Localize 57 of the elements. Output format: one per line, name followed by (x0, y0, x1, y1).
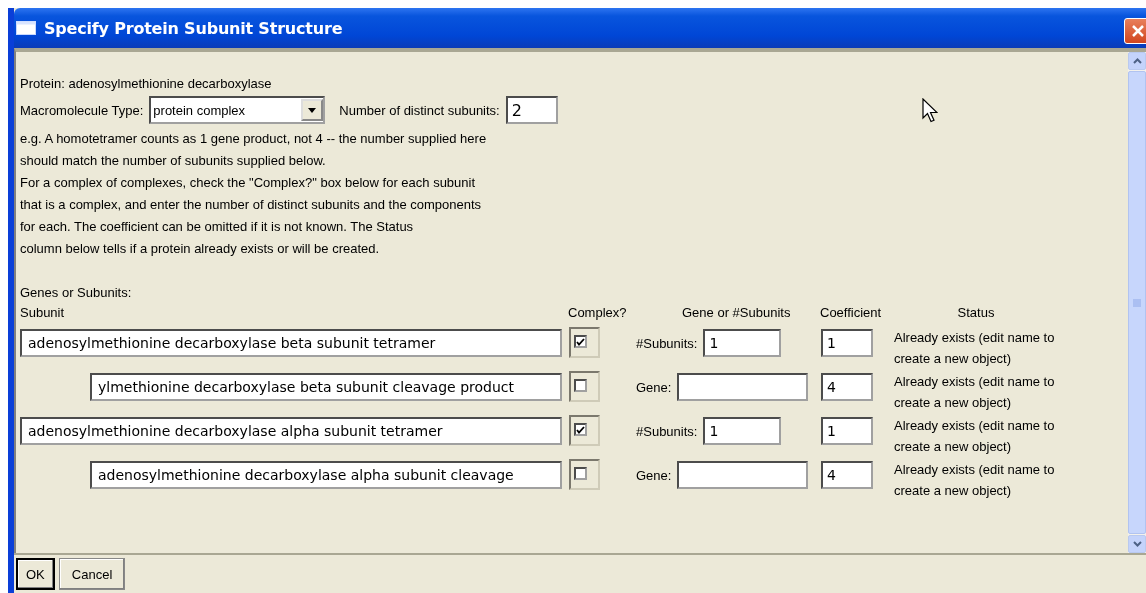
dialog-button[interactable]: OK (16, 558, 55, 590)
chevron-up-icon (1132, 58, 1142, 64)
coefficient-field[interactable]: 1 (821, 329, 873, 357)
component-label: Gene: (636, 467, 672, 483)
scroll-up-button[interactable] (1128, 52, 1146, 70)
instruction-text: For a complex of complexes, check the "Complex?" box below for each subunit (20, 174, 477, 192)
grip-icon (1133, 298, 1141, 307)
instruction-text: column below tells if a protein already exists or will be created. (20, 240, 381, 258)
status-text: Already exists (edit name to create a new object) (894, 417, 1056, 456)
protein-label: Protein: adenosylmethionine decarboxylase (20, 75, 273, 93)
component-label: Gene: (636, 379, 672, 395)
column-header: Status (956, 304, 996, 322)
check-icon (576, 337, 585, 346)
window-icon (16, 21, 36, 35)
caret-icon (308, 107, 317, 113)
column-header: Gene or #Subunits (681, 304, 792, 322)
subunit-count-field[interactable]: 1 (703, 417, 782, 445)
coefficient-field[interactable]: 4 (821, 461, 873, 489)
dialog-button[interactable]: Cancel (58, 558, 126, 590)
close-button[interactable] (1124, 18, 1146, 44)
section-label: Genes or Subunits: (20, 284, 133, 302)
component-label: #Subunits: (636, 335, 698, 351)
instruction-text: for each. The coefficient can be omitted if it is not known. The Status (20, 218, 415, 236)
column-header: Subunit (20, 304, 66, 322)
subunit-count-field[interactable]: 1 (703, 329, 782, 357)
scroll-down-button[interactable] (1128, 535, 1146, 553)
complex-checkbox[interactable] (574, 423, 587, 436)
dropdown-button[interactable] (301, 99, 324, 121)
column-header: Coefficient (820, 304, 883, 322)
coefficient-field[interactable]: 1 (821, 417, 873, 445)
complex-checkbox[interactable] (574, 467, 587, 480)
subunit-name-field[interactable]: adenosylmethionine decarboxylase beta subunit tetramer (20, 329, 562, 357)
subunit-name-field[interactable]: adenosylmethionine decarboxylase alpha subunit tetramer (20, 417, 562, 445)
instruction-text: e.g. A homotetramer counts as 1 gene product, not 4 -- the number supplied here (20, 130, 488, 148)
status-text: Already exists (edit name to create a new object) (894, 373, 1056, 412)
macromolecule-type-label: Macromolecule Type: (20, 102, 144, 118)
window-title: Specify Protein Subunit Structure (44, 18, 343, 38)
status-text: Already exists (edit name to create a new object) (894, 461, 1056, 500)
chevron-down-icon (1132, 541, 1142, 547)
scrollbar-thumb[interactable] (1128, 71, 1146, 534)
subunit-name-field[interactable]: adenosylmethionine decarboxylase alpha subunit cleavage (90, 461, 562, 489)
macromolecule-type-dropdown[interactable]: protein complex (149, 96, 326, 124)
distinct-subunits-field[interactable]: 2 (505, 96, 558, 124)
distinct-subunits-label: Number of distinct subunits: (339, 102, 500, 118)
instruction-text: that is a complex, and enter the number of distinct subunits and the components (20, 196, 483, 214)
complex-checkbox[interactable] (574, 379, 587, 392)
coefficient-field[interactable]: 4 (821, 373, 873, 401)
check-icon (576, 425, 585, 434)
subunit-name-field[interactable]: ylmethionine decarboxylase beta subunit cleavage product (90, 373, 562, 401)
instruction-text: should match the number of subunits supplied below. (20, 152, 327, 170)
gene-field[interactable] (677, 461, 809, 489)
component-label: #Subunits: (636, 423, 698, 439)
status-text: Already exists (edit name to create a new object) (894, 329, 1056, 368)
close-icon (1131, 24, 1145, 38)
complex-checkbox[interactable] (574, 335, 587, 348)
gene-field[interactable] (677, 373, 809, 401)
column-header: Complex? (568, 304, 628, 322)
